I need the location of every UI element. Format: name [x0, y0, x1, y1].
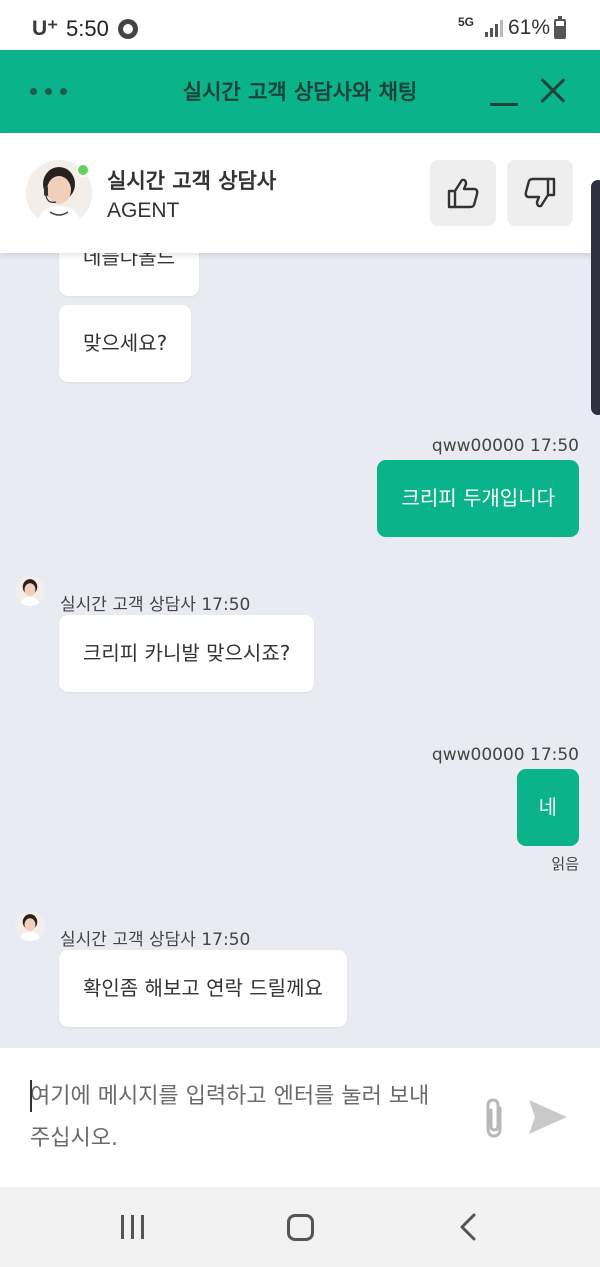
recents-icon[interactable] — [119, 1215, 147, 1239]
message-meta: 실시간 고객 상담사 17:50 — [60, 595, 251, 615]
message-text: 크리피 두개입니다 — [401, 486, 555, 510]
agent-role: AGENT — [107, 199, 180, 222]
message-text: 데들다올드 — [83, 253, 175, 269]
thumbs-down-icon — [524, 177, 556, 208]
thumbs-up-icon — [447, 178, 479, 209]
user-message: 크리피 두개입니다 — [377, 460, 579, 537]
signal-icon — [485, 20, 503, 37]
vpn-icon — [118, 19, 138, 39]
carrier-label: U⁺ — [32, 17, 59, 40]
text-cursor — [30, 1080, 32, 1112]
user-message: 네 — [516, 769, 579, 846]
message-composer: 여기에 메시지를 입력하고 엔터를 눌러 보내 주십시오. — [0, 1048, 600, 1187]
thumbs-up-button[interactable] — [430, 160, 496, 226]
minimize-icon[interactable] — [488, 78, 520, 110]
paperclip-icon[interactable] — [480, 1096, 508, 1140]
battery-percent: 61% — [508, 16, 551, 39]
clock: 5:50 — [66, 16, 109, 41]
agent-message: 맞으세요? — [59, 305, 192, 382]
message-meta: qww00000 17:50 — [431, 745, 579, 765]
message-list[interactable]: 데들다올드 맞으세요? qww00000 17:50 크리피 두개입니다 실시간… — [0, 253, 600, 1048]
message-text: 맞으세요? — [83, 331, 168, 355]
read-receipt: 읽음 — [551, 855, 579, 873]
system-nav-bar — [0, 1187, 600, 1267]
agent-avatar-small — [15, 911, 45, 941]
back-icon[interactable] — [458, 1213, 478, 1241]
agent-message: 데들다올드 — [59, 253, 199, 296]
message-meta: 실시간 고객 상담사 17:50 — [60, 930, 251, 950]
message-text: 크리피 카니발 맞으시죠? — [83, 641, 291, 665]
send-icon[interactable] — [527, 1098, 569, 1136]
chat-title-bar: 실시간 고객 상담사와 채팅 — [0, 50, 600, 133]
thumbs-down-button[interactable] — [507, 160, 573, 226]
agent-header: 실시간 고객 상담사 AGENT — [0, 133, 600, 253]
agent-name: 실시간 고객 상담사 — [107, 169, 277, 193]
message-input[interactable]: 여기에 메시지를 입력하고 엔터를 눌러 보내 주십시오. — [30, 1076, 450, 1160]
message-text: 확인좀 해보고 연락 드릴께요 — [83, 976, 323, 1000]
agent-avatar-small — [15, 576, 45, 606]
message-text: 네 — [538, 795, 557, 819]
network-type: 5G — [458, 15, 475, 29]
online-status-dot — [76, 163, 90, 177]
agent-message: 확인좀 해보고 연락 드릴께요 — [59, 950, 347, 1027]
agent-message: 크리피 카니발 맞으시죠? — [59, 615, 315, 692]
home-icon[interactable] — [287, 1214, 314, 1241]
side-panel-handle[interactable] — [591, 180, 600, 415]
message-meta: qww00000 17:50 — [431, 436, 579, 456]
battery-icon — [554, 16, 566, 39]
close-icon[interactable] — [536, 74, 570, 108]
status-bar: U⁺ 5:50 5G 61% — [0, 0, 600, 50]
